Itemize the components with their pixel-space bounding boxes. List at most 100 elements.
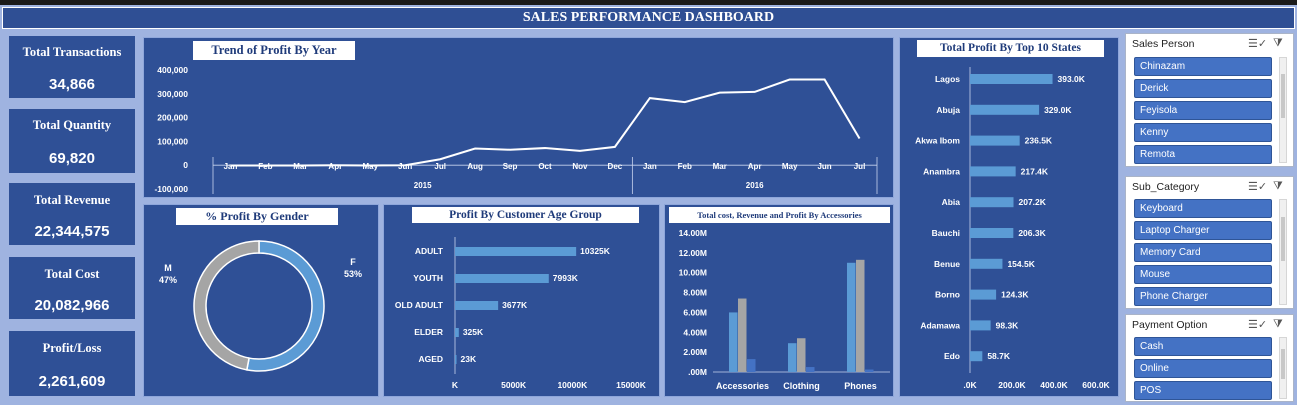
bar (970, 228, 1014, 238)
bar (455, 301, 499, 310)
slicer-item[interactable]: Laptop Charger (1134, 221, 1272, 240)
kpi-total-quantity: Total Quantity 69,820 (9, 109, 135, 173)
kpi-label: Total Cost (44, 267, 100, 281)
y-tick-label: 2.00M (683, 347, 707, 357)
bar (970, 351, 983, 362)
bar (455, 247, 577, 256)
bar-value-label: 207.2K (1019, 197, 1047, 207)
category-label: Clothing (783, 381, 820, 391)
bar-value-label: 124.3K (1001, 290, 1029, 300)
slicer-item[interactable]: Phone Charger (1134, 287, 1272, 306)
bar (729, 312, 738, 372)
x-tick-label: 200.0K (998, 380, 1026, 390)
x-tick-label: 400.0K (1040, 380, 1068, 390)
kpi-value: 69,820 (49, 150, 95, 167)
multi-select-icon[interactable]: ☰✓ (1248, 180, 1267, 193)
bar-value-label: 393.0K (1058, 74, 1086, 84)
slicer-payment-option[interactable]: Payment Option ☰✓ ⧩ Cash Online POS (1125, 314, 1294, 402)
bar (970, 104, 1040, 115)
states-chart: Lagos 393.0K Abuja 329.0K Akwa Ibom 236.5K Ana… (915, 67, 1111, 390)
profit-series-line (230, 78, 861, 167)
bar (788, 343, 797, 372)
slicer-item[interactable]: Feyisola (1134, 101, 1272, 120)
clear-filter-icon[interactable]: ⧩ (1273, 37, 1283, 50)
slicer-scroll-thumb[interactable] (1281, 74, 1285, 118)
slice-m (193, 240, 260, 371)
slicer-item[interactable]: Memory Card (1134, 243, 1272, 262)
x-tick-label: Sep (503, 162, 518, 171)
slicer-sales-person[interactable]: Sales Person ☰✓ ⧩ Chinazam Derick Feyiso… (1125, 33, 1294, 167)
category-label: YOUTH (413, 273, 443, 283)
slicer-item[interactable]: Keyboard (1134, 199, 1272, 218)
bar (970, 166, 1016, 177)
bar (970, 197, 1014, 208)
slicer-title: Sales Person (1132, 38, 1195, 50)
x-tick-label: 10000K (557, 380, 588, 390)
kpi-value: 34,866 (49, 76, 95, 93)
bar-value-label: 154.5K (1007, 259, 1035, 269)
category-label: OLD ADULT (395, 300, 444, 310)
kpi-total-revenue: Total Revenue 22,344,575 (9, 183, 135, 245)
bar (970, 74, 1053, 84)
slicer-item[interactable]: Mouse (1134, 265, 1272, 284)
x-tick-label: Jan (643, 162, 657, 171)
category-label: AGED (418, 354, 443, 364)
category-label: Accessories (716, 381, 769, 391)
slicer-item[interactable]: Chinazam (1134, 57, 1272, 76)
multi-select-icon[interactable]: ☰✓ (1248, 37, 1267, 50)
year-group-label: 2015 (414, 181, 432, 190)
y-tick-label: 8.00M (683, 288, 707, 298)
x-tick-label: 5000K (501, 380, 527, 390)
clear-filter-icon[interactable]: ⧩ (1273, 180, 1283, 193)
bar (747, 359, 756, 372)
slicer-sub-category[interactable]: Sub_Category ☰✓ ⧩ Keyboard Laptop Charge… (1125, 176, 1294, 309)
y-tick-label: 200,000 (157, 113, 188, 123)
slicer-item[interactable]: Online (1134, 359, 1272, 378)
category-label: Bauchi (932, 228, 960, 238)
slicer-scroll-thumb[interactable] (1281, 349, 1285, 379)
slice-pct-label: 47% (159, 275, 177, 285)
bar (806, 367, 815, 372)
age-chart: ADULT 10325K YOUTH 7993K OLD ADULT 3677K ELDER… (395, 237, 647, 390)
slicer-item[interactable]: POS (1134, 381, 1272, 400)
slice-pct-label: 53% (344, 269, 362, 279)
slicer-item[interactable]: Remota (1134, 145, 1272, 164)
bar (856, 259, 865, 372)
x-tick-label: 15000K (616, 380, 647, 390)
kpi-total-cost: Total Cost 20,082,966 (9, 257, 135, 319)
bar (455, 274, 549, 283)
slicer-item[interactable]: Derick (1134, 79, 1272, 98)
slice-label: M (164, 263, 172, 273)
slicer-item[interactable]: Cash (1134, 337, 1272, 356)
bar-value-label: 98.3K (996, 320, 1020, 330)
multi-select-icon[interactable]: ☰✓ (1248, 318, 1267, 331)
category-label: Phones (844, 381, 877, 391)
x-tick-label: Feb (678, 162, 692, 171)
x-tick-label: May (782, 162, 798, 171)
y-tick-label: 400,000 (157, 65, 188, 75)
category-label: Adamawa (920, 320, 960, 330)
slice-label: F (350, 257, 356, 267)
x-tick-label: Jul (854, 162, 866, 171)
x-tick-label: Jun (817, 162, 831, 171)
y-tick-label: 4.00M (683, 327, 707, 337)
x-tick-label: Nov (572, 162, 588, 171)
x-tick-label: Apr (328, 162, 342, 171)
slicer-item[interactable]: Kenny (1134, 123, 1272, 142)
category-label: ADULT (415, 246, 444, 256)
y-tick-label: 300,000 (157, 89, 188, 99)
clear-filter-icon[interactable]: ⧩ (1273, 318, 1283, 331)
y-tick-label: 10.00M (679, 268, 707, 278)
bar-value-label: 329.0K (1044, 105, 1072, 115)
y-tick-label: .00M (688, 367, 707, 377)
bar-value-label: 10325K (580, 246, 611, 256)
y-tick-label: -100,000 (154, 184, 188, 194)
x-tick-label: Jun (398, 162, 412, 171)
bar (847, 262, 856, 372)
slicer-scroll-thumb[interactable] (1281, 217, 1285, 261)
y-tick-label: 100,000 (157, 136, 188, 146)
category-label: Lagos (935, 74, 960, 84)
bar-value-label: 3677K (502, 300, 528, 310)
bar (970, 320, 991, 331)
slicer-title: Sub_Category (1132, 181, 1200, 193)
